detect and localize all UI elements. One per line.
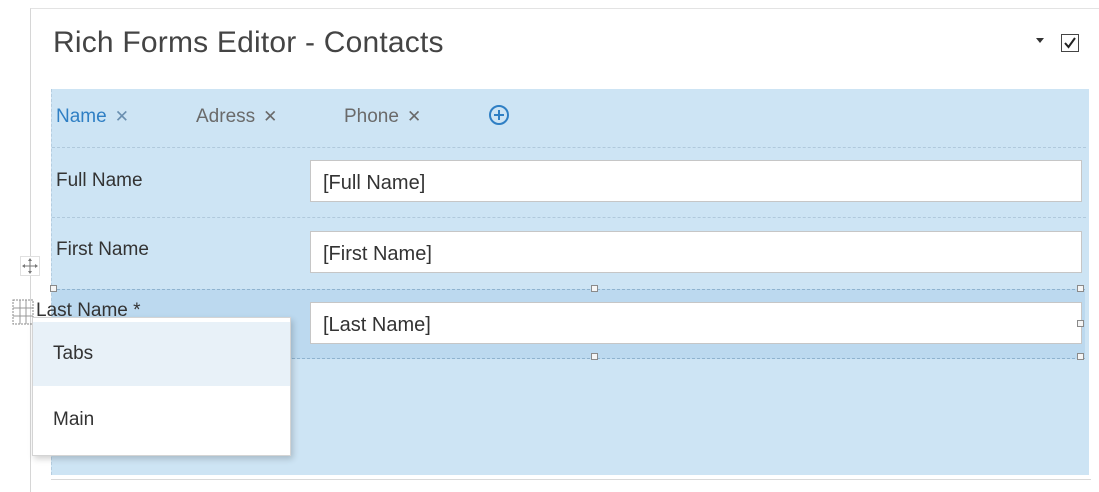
resize-handle[interactable]: [591, 353, 598, 360]
tab-name[interactable]: Name ✕: [56, 106, 129, 128]
menu-item-tabs[interactable]: Tabs: [33, 322, 290, 386]
resize-handle[interactable]: [1077, 285, 1084, 292]
context-menu: Tabs Main: [32, 317, 291, 456]
panel-checkbox[interactable]: [1061, 34, 1079, 52]
row-divider: [52, 217, 1086, 218]
divider: [51, 479, 1091, 480]
tab-label: Adress: [196, 106, 256, 127]
checkmark-icon: [1064, 37, 1076, 49]
resize-handle[interactable]: [1077, 320, 1084, 327]
menu-item-main[interactable]: Main: [33, 388, 290, 452]
tab-label: Name: [56, 106, 107, 127]
resize-handle[interactable]: [1077, 353, 1084, 360]
tab-label: Phone: [344, 106, 399, 127]
full-name-input[interactable]: [Full Name]: [310, 160, 1082, 202]
resize-handle[interactable]: [50, 285, 57, 292]
tab-phone[interactable]: Phone ✕: [344, 106, 421, 128]
move-icon[interactable]: [20, 256, 40, 276]
field-label-first-name: First Name: [56, 239, 149, 260]
close-icon[interactable]: ✕: [263, 107, 277, 126]
dropdown-caret-icon[interactable]: [1036, 38, 1044, 43]
resize-handle[interactable]: [591, 285, 598, 292]
row-divider: [52, 147, 1086, 148]
page-title: Rich Forms Editor - Contacts: [53, 26, 444, 59]
field-label-full-name: Full Name: [56, 170, 143, 191]
close-icon[interactable]: ✕: [407, 107, 421, 126]
first-name-input[interactable]: [First Name]: [310, 231, 1082, 273]
last-name-input[interactable]: [Last Name]: [310, 302, 1082, 344]
plus-circle-icon[interactable]: [489, 105, 509, 125]
field-label-last-name: Last Name *: [36, 300, 141, 318]
close-icon[interactable]: ✕: [115, 107, 129, 126]
tab-adress[interactable]: Adress ✕: [196, 106, 277, 128]
